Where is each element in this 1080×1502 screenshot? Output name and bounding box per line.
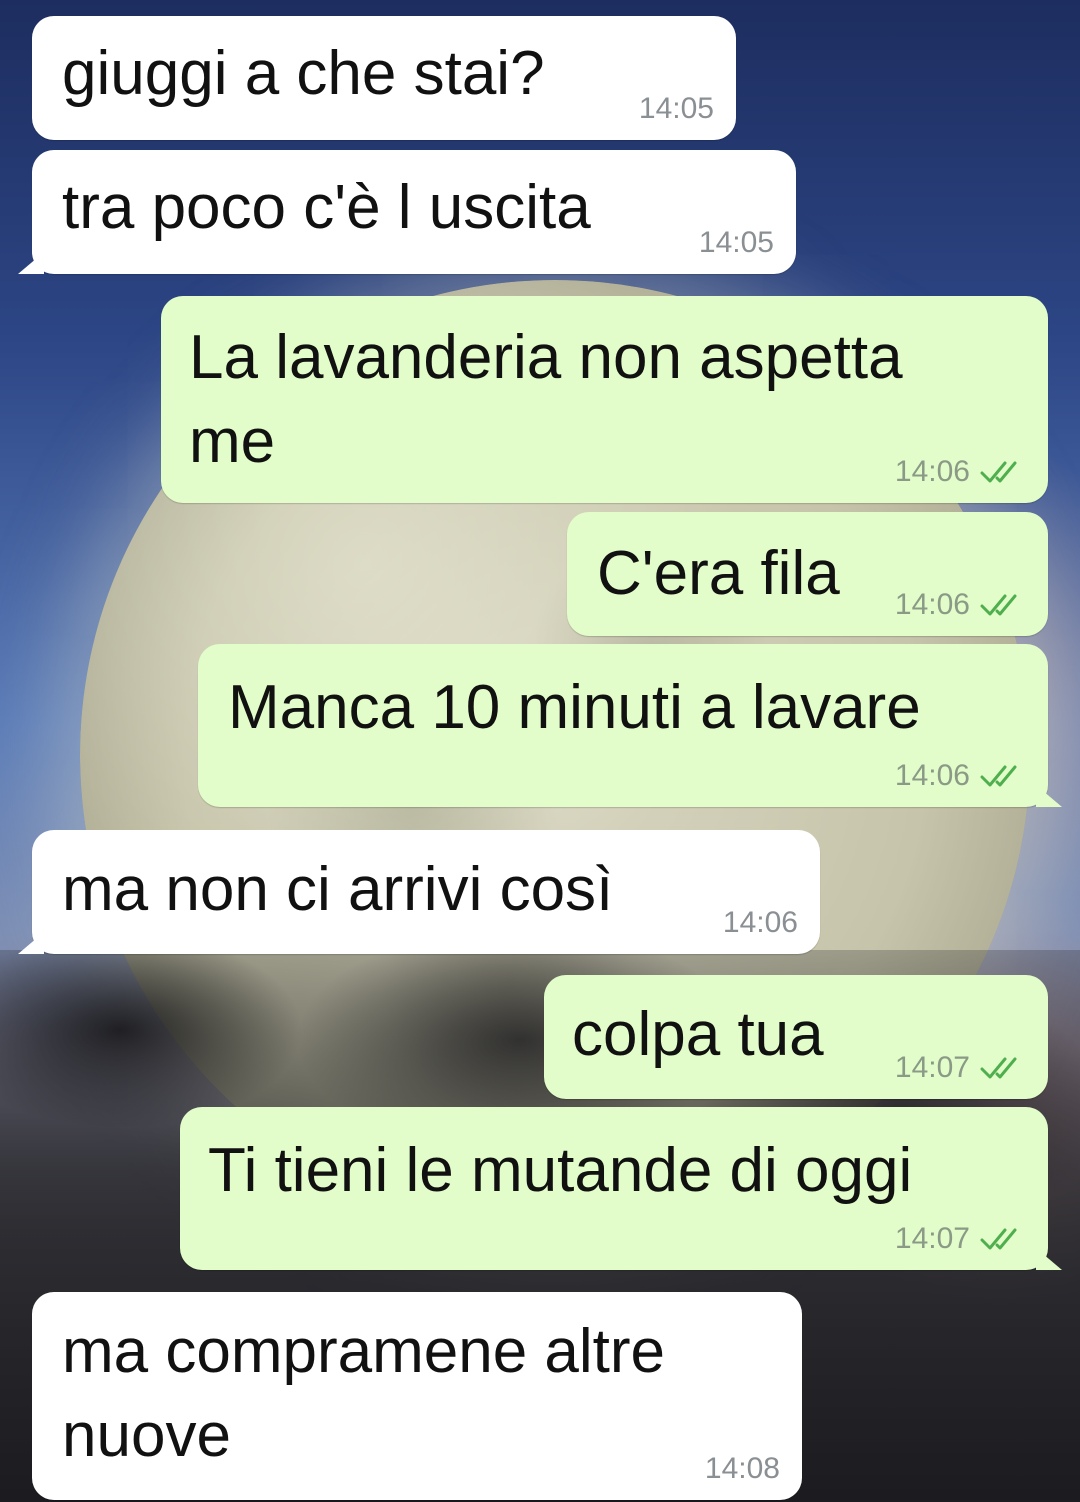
message-bubble-outgoing[interactable]: La lavanderia non aspetta me 14:06 — [161, 296, 1048, 503]
chat-message-list[interactable]: giuggi a che stai? 14:05 tra poco c'è l … — [0, 0, 1080, 1502]
message-timestamp: 14:07 — [894, 1051, 970, 1084]
message-text: Manca 10 minuti a lavare — [228, 673, 921, 742]
message-text-line: ma compramene altre — [62, 1317, 666, 1386]
message-bubble-outgoing[interactable]: colpa tua 14:07 — [544, 975, 1048, 1099]
message-text: colpa tua — [572, 1000, 824, 1069]
message-text: Ti tieni le mutande di oggi — [208, 1136, 913, 1205]
double-check-icon — [980, 765, 1017, 787]
message-timestamp: 14:05 — [638, 92, 714, 125]
message-meta: 14:06 — [895, 759, 1026, 793]
message-timestamp: 14:06 — [894, 588, 970, 621]
message-bubble-incoming[interactable]: ma non ci arrivi così 14:06 — [18, 830, 820, 954]
message-timestamp: 14:08 — [704, 1452, 780, 1485]
message-bubble-outgoing[interactable]: C'era fila 14:06 — [567, 512, 1048, 636]
message-timestamp: 14:05 — [698, 226, 774, 259]
message-text: ma non ci arrivi così — [62, 855, 614, 924]
bubble-tail — [18, 932, 44, 954]
message-text-line: nuove — [62, 1401, 231, 1470]
message-text: C'era fila — [597, 539, 840, 608]
message-meta: 14:05 — [699, 226, 774, 260]
message-bubble-incoming[interactable]: tra poco c'è l uscita 14:05 — [18, 150, 796, 274]
message-timestamp: 14:06 — [894, 455, 970, 488]
bubble-tail — [1036, 785, 1062, 807]
double-check-icon — [980, 461, 1017, 483]
message-text: La lavanderia non aspetta me — [189, 316, 903, 484]
message-timestamp: 14:06 — [894, 759, 970, 792]
message-meta: 14:06 — [895, 455, 1026, 489]
message-text: giuggi a che stai? — [62, 39, 545, 108]
message-timestamp: 14:06 — [722, 906, 798, 939]
message-meta: 14:06 — [895, 588, 1026, 622]
message-meta: 14:07 — [895, 1222, 1026, 1256]
bubble-tail — [18, 252, 44, 274]
message-text-line: me — [189, 407, 276, 476]
double-check-icon — [980, 1057, 1017, 1079]
message-bubble-incoming[interactable]: ma compramene altre nuove 14:08 — [32, 1292, 802, 1500]
message-meta: 14:05 — [639, 92, 714, 126]
message-bubble-outgoing[interactable]: Ti tieni le mutande di oggi 14:07 — [180, 1107, 1062, 1270]
message-meta: 14:08 — [705, 1452, 780, 1486]
double-check-icon — [980, 1228, 1017, 1250]
message-timestamp: 14:07 — [894, 1222, 970, 1255]
message-meta: 14:06 — [723, 906, 798, 940]
message-meta: 14:07 — [895, 1051, 1026, 1085]
bubble-tail — [1036, 1248, 1062, 1270]
message-text: ma compramene altre nuove — [62, 1310, 665, 1478]
message-text: tra poco c'è l uscita — [62, 173, 591, 242]
message-bubble-incoming[interactable]: giuggi a che stai? 14:05 — [32, 16, 736, 140]
message-text-line: La lavanderia non aspetta — [189, 323, 903, 392]
double-check-icon — [980, 594, 1017, 616]
message-bubble-outgoing[interactable]: Manca 10 minuti a lavare 14:06 — [198, 644, 1062, 807]
